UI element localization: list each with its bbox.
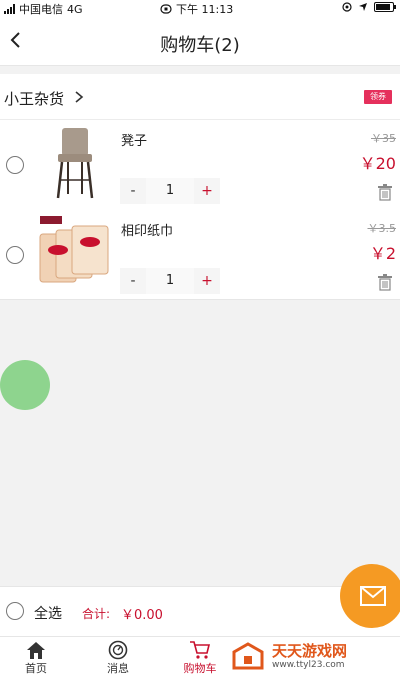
total-value: ￥0.00	[121, 608, 163, 623]
floating-assist-button[interactable]	[0, 360, 50, 410]
quantity-stepper: - 1 +	[120, 268, 220, 294]
mail-button[interactable]	[340, 564, 400, 628]
signal-icon	[4, 4, 15, 14]
decrease-button[interactable]: -	[120, 183, 146, 199]
network-label: 4G	[67, 2, 83, 16]
increase-button[interactable]: +	[194, 273, 220, 289]
message-icon	[108, 640, 128, 660]
quantity-input[interactable]: 1	[146, 268, 194, 294]
item-name[interactable]: 凳子	[121, 130, 147, 149]
location-icon	[359, 3, 367, 11]
cart-list: 凳子 ￥35 ￥20 - 1 + 相印纸巾 ￥3.5 ￥2 - 1 +	[0, 120, 400, 300]
lock-rotation-icon	[160, 4, 172, 14]
bar-stool-image	[56, 128, 94, 199]
item-original-price: ￥3.5	[367, 222, 397, 235]
trash-icon[interactable]	[377, 183, 393, 201]
store-name[interactable]: 小王杂货	[4, 88, 64, 109]
page-title: 购物车(2)	[160, 35, 240, 56]
tissue-pack-image	[39, 216, 109, 283]
trash-icon[interactable]	[377, 273, 393, 291]
battery-icon	[374, 2, 396, 12]
watermark-logo-icon	[232, 642, 264, 670]
tab-cart[interactable]: 购物车	[170, 637, 230, 674]
total-label: 合计:	[82, 607, 111, 621]
item-name[interactable]: 相印纸巾	[121, 220, 173, 239]
tab-messages[interactable]: 消息	[88, 637, 148, 674]
item-original-price: ￥35	[371, 132, 396, 145]
tab-label: 首页	[25, 662, 47, 674]
alarm-icon	[342, 2, 352, 12]
clock: 下午 11:13	[176, 3, 234, 16]
status-right	[342, 2, 396, 12]
watermark-url: www.ttyl23.com	[272, 660, 345, 670]
cart-item: 凳子 ￥35 ￥20 - 1 +	[0, 120, 400, 210]
watermark-title: 天天游戏网	[272, 642, 348, 660]
quantity-input[interactable]: 1	[146, 178, 194, 204]
item-price: ￥2	[369, 244, 396, 263]
select-all-checkbox[interactable]	[6, 602, 24, 620]
status-center: 下午 11:13	[160, 1, 233, 17]
increase-button[interactable]: +	[194, 183, 220, 199]
store-row[interactable]: 小王杂货 领券	[0, 74, 400, 120]
status-bar: 中国电信 4G 下午 11:13	[0, 0, 400, 16]
coupon-button[interactable]: 领券	[364, 90, 392, 104]
tab-label: 消息	[107, 662, 129, 674]
tab-home[interactable]: 首页	[6, 637, 66, 674]
tab-label: 购物车	[183, 662, 217, 674]
carrier-label: 中国电信	[19, 3, 63, 16]
mail-icon	[360, 586, 386, 606]
quantity-stepper: - 1 +	[120, 178, 220, 204]
select-all-label[interactable]: 全选	[34, 603, 62, 623]
chevron-right-icon[interactable]	[73, 90, 85, 104]
home-icon	[27, 642, 45, 659]
item-checkbox[interactable]	[6, 246, 24, 264]
cart-item: 相印纸巾 ￥3.5 ￥2 - 1 +	[0, 210, 400, 300]
cart-icon	[190, 641, 211, 659]
item-price: ￥20	[359, 154, 396, 173]
item-checkbox[interactable]	[6, 156, 24, 174]
decrease-button[interactable]: -	[120, 273, 146, 289]
status-left: 中国电信 4G	[4, 1, 83, 17]
watermark: 天天游戏网 www.ttyl23.com	[226, 640, 400, 674]
header: 购物车(2)	[0, 16, 400, 66]
